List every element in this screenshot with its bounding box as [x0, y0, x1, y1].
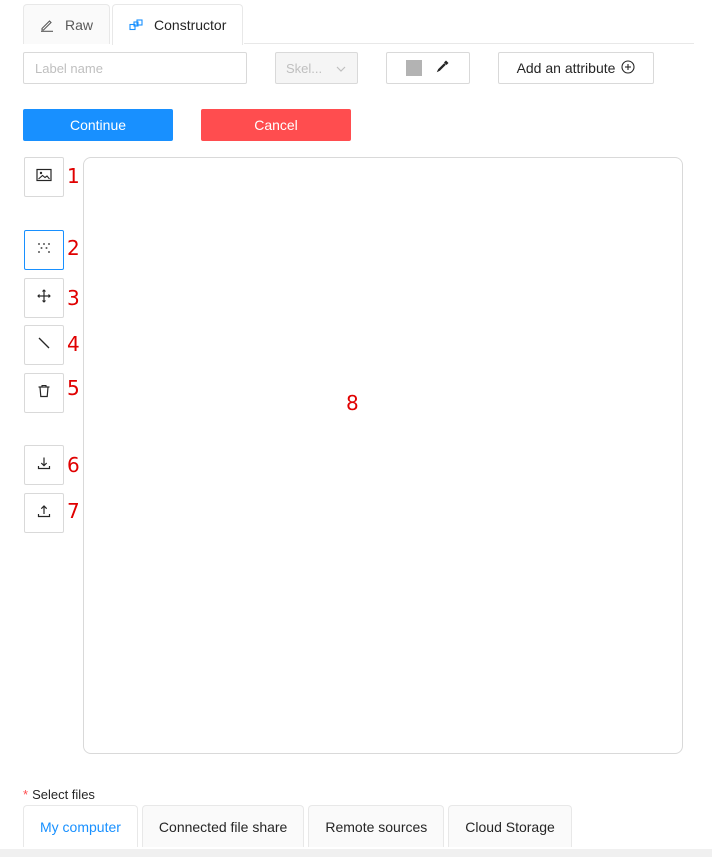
required-asterisk: *	[23, 787, 29, 802]
upload-icon	[37, 504, 51, 523]
tab-raw-label: Raw	[65, 16, 94, 33]
select-files-label: * Select files	[23, 787, 95, 802]
download-icon	[37, 456, 51, 475]
label-type-value: Skel...	[286, 60, 323, 76]
plus-circle-icon	[621, 59, 635, 77]
tab-remote-sources[interactable]: Remote sources	[308, 805, 445, 847]
add-attribute-label: Add an attribute	[516, 60, 616, 76]
marker-7: 7	[67, 499, 80, 523]
tab-raw[interactable]: Raw	[23, 4, 111, 44]
trash-icon	[37, 384, 51, 403]
tab-connected-file-share[interactable]: Connected file share	[141, 805, 305, 847]
label-color-button[interactable]	[386, 52, 470, 84]
upload-button[interactable]	[24, 493, 64, 533]
draw-points-button[interactable]	[24, 230, 64, 270]
image-icon	[36, 168, 52, 187]
chevron-down-icon	[335, 63, 347, 78]
points-icon	[37, 241, 51, 259]
tab-constructor-label: Constructor	[154, 17, 227, 33]
blocks-icon	[129, 19, 143, 31]
continue-button[interactable]: Continue	[23, 109, 173, 141]
pencil-icon	[40, 18, 54, 32]
draw-edge-button[interactable]	[24, 325, 64, 365]
move-icon	[37, 288, 51, 308]
marker-2: 2	[67, 236, 80, 260]
add-attribute-button[interactable]: Add an attribute	[498, 52, 654, 84]
skeleton-canvas[interactable]	[83, 157, 683, 754]
tab-cloud-storage[interactable]: Cloud Storage	[448, 805, 572, 847]
marker-5: 5	[67, 376, 80, 400]
marker-8: 8	[346, 391, 359, 415]
set-image-button[interactable]	[24, 157, 64, 197]
label-name-input[interactable]	[23, 52, 247, 84]
tab-constructor[interactable]: Constructor	[112, 4, 244, 45]
tabs-divider	[244, 43, 694, 44]
download-button[interactable]	[24, 445, 64, 485]
label-mode-tabs: Raw Constructor	[23, 4, 245, 45]
marker-3: 3	[67, 286, 80, 310]
label-type-select[interactable]: Skel...	[275, 52, 358, 84]
marker-1: 1	[67, 164, 80, 188]
tab-my-computer[interactable]: My computer	[23, 805, 138, 847]
marker-6: 6	[67, 453, 80, 477]
delete-button[interactable]	[24, 373, 64, 413]
move-tool-button[interactable]	[24, 278, 64, 318]
select-files-text: Select files	[32, 787, 95, 802]
marker-4: 4	[67, 332, 80, 356]
bottom-divider	[0, 849, 712, 857]
color-swatch	[406, 60, 422, 76]
eyedropper-icon	[436, 59, 450, 78]
cancel-button[interactable]: Cancel	[201, 109, 351, 141]
line-icon	[37, 336, 51, 355]
file-source-tabs: My computer Connected file share Remote …	[23, 805, 576, 847]
